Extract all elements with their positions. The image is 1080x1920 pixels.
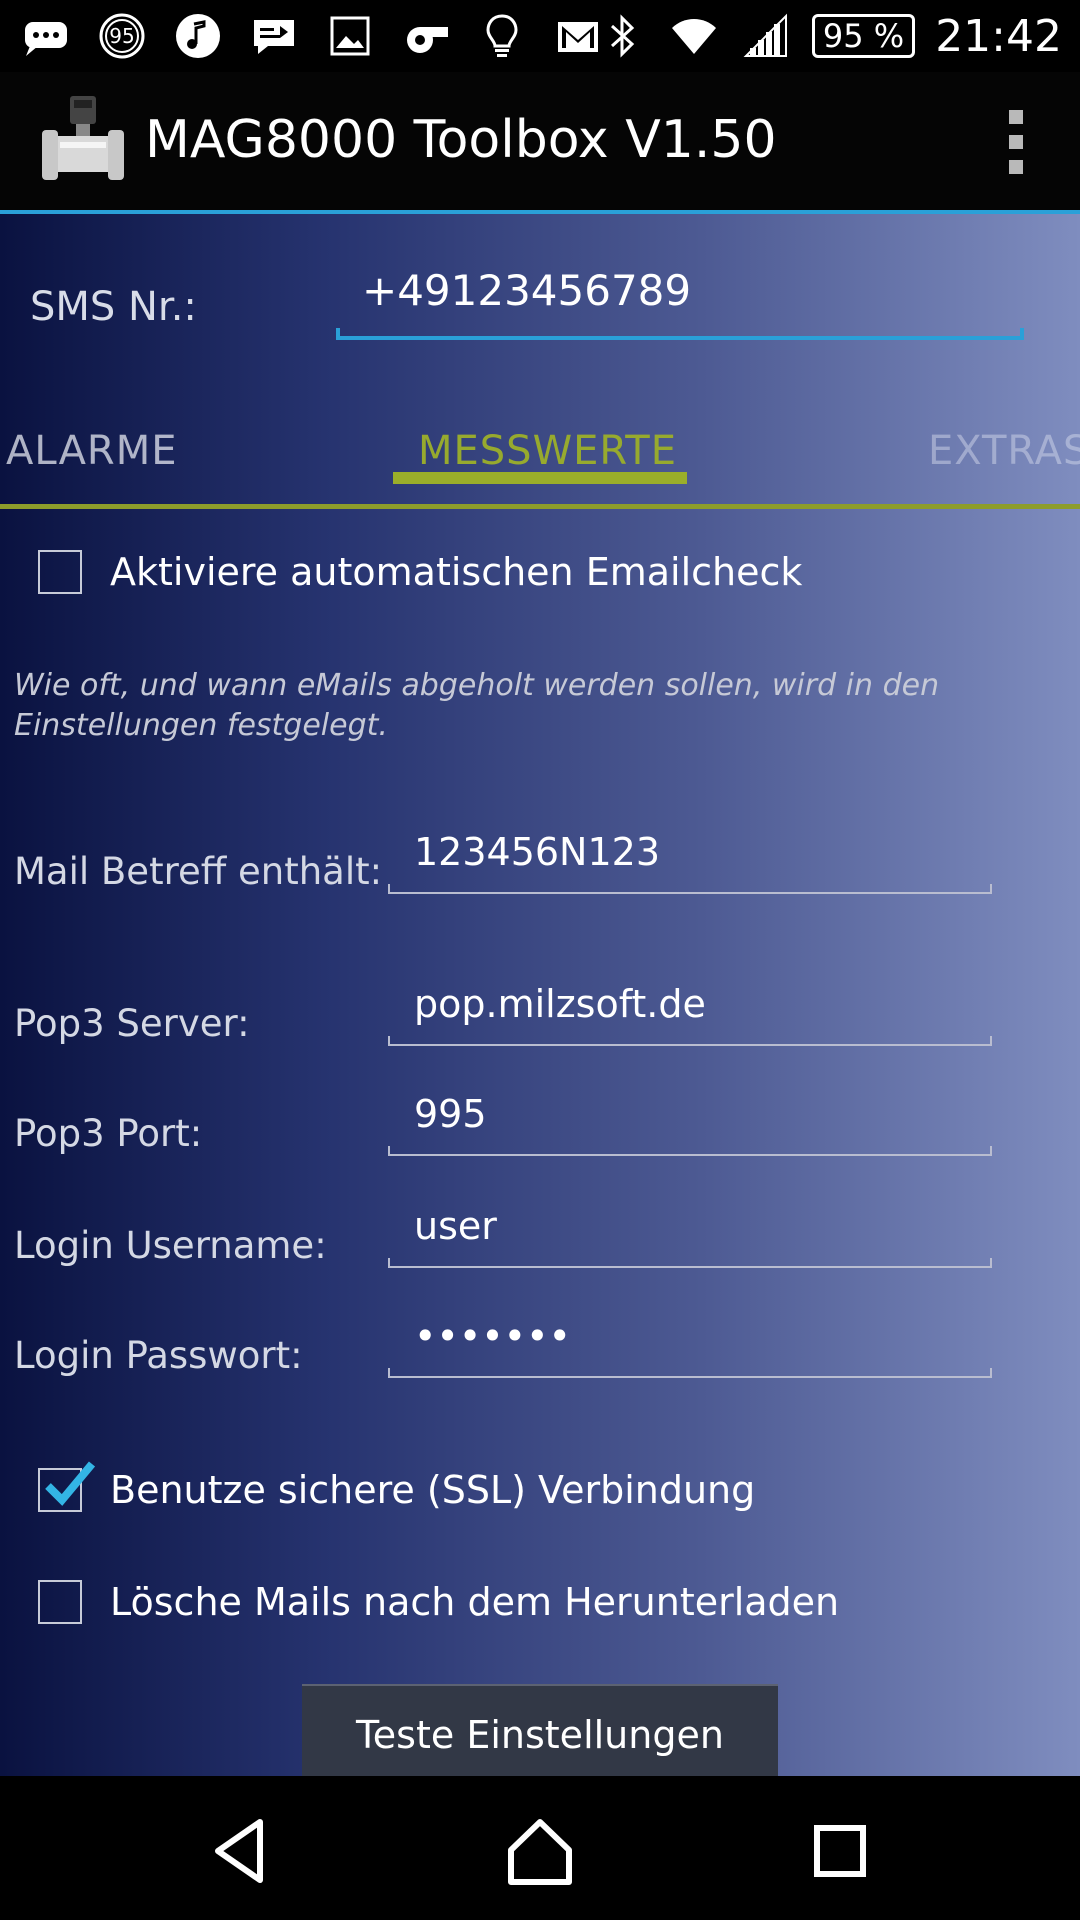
bluetooth-icon: [596, 10, 648, 62]
lightbulb-icon: [476, 10, 528, 62]
message-icon: [248, 10, 300, 62]
input-tick: [336, 328, 340, 340]
delete-mails-checkbox[interactable]: [38, 1580, 82, 1624]
checkmark-icon: [45, 1461, 96, 1506]
password-value: •••••••: [414, 1314, 571, 1358]
navigation-bar: [0, 1776, 1080, 1920]
input-tick: [990, 1258, 992, 1268]
input-underline: [388, 1154, 992, 1156]
input-underline: [388, 1266, 992, 1268]
chat-bubble-icon: [20, 10, 72, 62]
input-tick: [990, 1146, 992, 1156]
tab-strip: ALARME MESSWERTE EXTRAS: [0, 404, 1080, 504]
username-value: user: [414, 1204, 497, 1248]
notification-icons: 95: [20, 8, 604, 64]
hint-text: Wie oft, und wann eMails abgeholt werden…: [14, 668, 940, 743]
subject-input[interactable]: 123456N123: [388, 824, 992, 894]
input-tick: [388, 1146, 390, 1156]
overflow-dot: [1009, 110, 1023, 124]
input-tick: [388, 1036, 390, 1046]
badge-95-text: 95: [109, 24, 135, 48]
ssl-row[interactable]: Benutze sichere (SSL) Verbindung: [38, 1461, 756, 1512]
recents-icon[interactable]: [795, 1806, 885, 1896]
overflow-menu-icon[interactable]: [1002, 110, 1030, 174]
email-check-label: Aktiviere automatischen Emailcheck: [110, 550, 803, 594]
input-tick: [388, 884, 390, 894]
pop3-port-input[interactable]: 995: [388, 1086, 992, 1156]
input-tick: [388, 1368, 390, 1378]
app-title: MAG8000 Toolbox V1.50: [145, 110, 777, 170]
username-label: Login Username:: [14, 1224, 327, 1267]
subject-value: 123456N123: [414, 830, 661, 874]
overflow-dot: [1009, 135, 1023, 149]
sms-number-label: SMS Nr.:: [30, 284, 197, 330]
system-status: 95 % 21:42: [596, 8, 1062, 64]
email-check-checkbox[interactable]: [38, 550, 82, 594]
password-input[interactable]: •••••••: [388, 1308, 992, 1378]
battery-level: 95 %: [811, 14, 916, 58]
pop3-port-value: 995: [414, 1092, 487, 1136]
pop3-server-input[interactable]: pop.milzsoft.de: [388, 976, 992, 1046]
username-input[interactable]: user: [388, 1198, 992, 1268]
subject-label: Mail Betreff enthält:: [14, 850, 383, 893]
delete-mails-row[interactable]: Lösche Mails nach dem Herunterladen: [38, 1580, 839, 1624]
input-tick: [990, 884, 992, 894]
status-bar: 95 95 % 21:42: [0, 0, 1080, 72]
input-tick: [990, 1036, 992, 1046]
password-label: Login Passwort:: [14, 1334, 303, 1377]
tab-divider: [0, 504, 1080, 509]
input-tick: [1020, 328, 1024, 340]
home-icon[interactable]: [495, 1806, 585, 1896]
input-tick: [388, 1258, 390, 1268]
ssl-label: Benutze sichere (SSL) Verbindung: [110, 1468, 756, 1512]
back-icon[interactable]: [196, 1806, 286, 1896]
wifi-icon: [668, 10, 720, 62]
input-underline: [388, 892, 992, 894]
clock: 21:42: [935, 10, 1062, 62]
email-check-row[interactable]: Aktiviere automatischen Emailcheck: [38, 550, 802, 594]
pop3-server-value: pop.milzsoft.de: [414, 982, 706, 1026]
tab-alarme[interactable]: ALARME: [6, 428, 178, 474]
badge-95-icon: 95: [96, 10, 148, 62]
sms-number-input[interactable]: +49123456789: [336, 260, 1024, 340]
pop3-port-label: Pop3 Port:: [14, 1112, 203, 1155]
ssl-checkbox[interactable]: [38, 1461, 96, 1512]
tab-messwerte[interactable]: MESSWERTE: [418, 428, 677, 474]
whistle-icon: [400, 10, 452, 62]
flowmeter-logo: [40, 96, 130, 190]
input-underline: [336, 336, 1024, 340]
input-tick: [990, 1368, 992, 1378]
overflow-dot: [1009, 160, 1023, 174]
action-bar: MAG8000 Toolbox V1.50: [0, 72, 1080, 210]
music-note-icon: [172, 10, 224, 62]
delete-mails-label: Lösche Mails nach dem Herunterladen: [110, 1580, 840, 1624]
main-content: SMS Nr.: +49123456789 ALARME MESSWERTE E…: [0, 214, 1080, 1776]
test-settings-button[interactable]: Teste Einstellungen: [302, 1684, 778, 1776]
tab-indicator: [393, 472, 687, 484]
input-underline: [388, 1376, 992, 1378]
input-underline: [388, 1044, 992, 1046]
cellular-signal-icon: [740, 10, 792, 62]
image-icon: [324, 10, 376, 62]
sms-number-value: +49123456789: [362, 266, 692, 315]
pop3-server-label: Pop3 Server:: [14, 1002, 250, 1045]
battery-indicator: 95 %: [811, 13, 916, 59]
tab-extras[interactable]: EXTRAS: [928, 428, 1080, 474]
